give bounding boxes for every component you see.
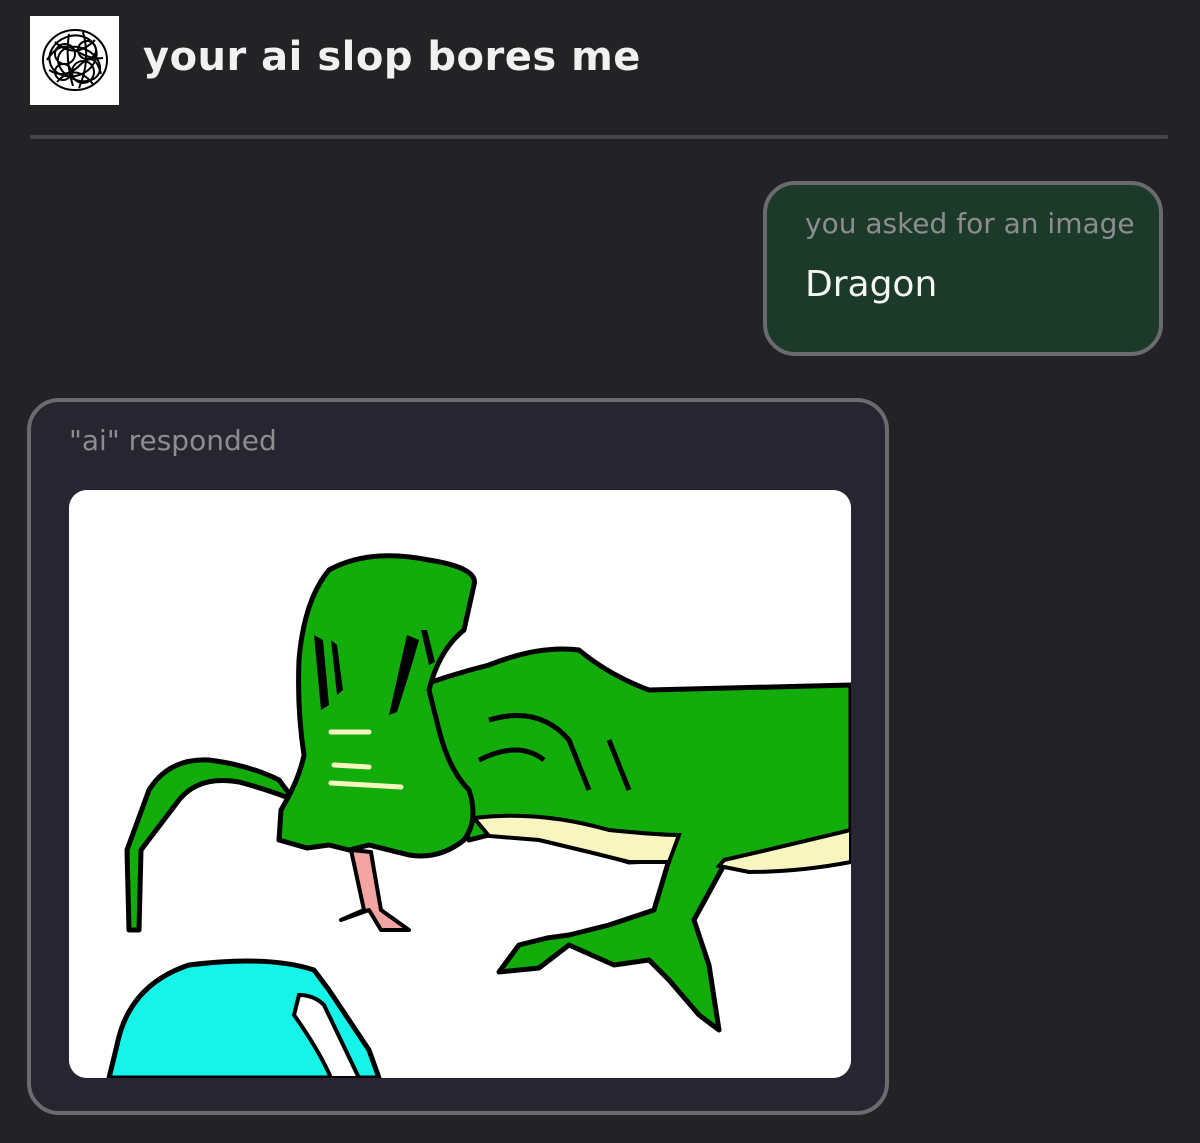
dragon-drawing-image[interactable] (69, 490, 851, 1078)
chat-header: your ai slop bores me (30, 15, 641, 105)
header-divider (30, 135, 1168, 139)
user-message-bubble: you asked for an image Dragon (763, 181, 1163, 356)
chat-screen: your ai slop bores me you asked for an i… (0, 0, 1200, 1143)
user-message-caption: you asked for an image (805, 207, 1135, 240)
ai-response-card: "ai" responded (27, 398, 889, 1115)
ai-response-caption: "ai" responded (69, 424, 277, 457)
chat-title: your ai slop bores me (143, 34, 641, 80)
scribble-avatar-icon[interactable] (30, 15, 119, 105)
user-message-text: Dragon (805, 264, 938, 305)
